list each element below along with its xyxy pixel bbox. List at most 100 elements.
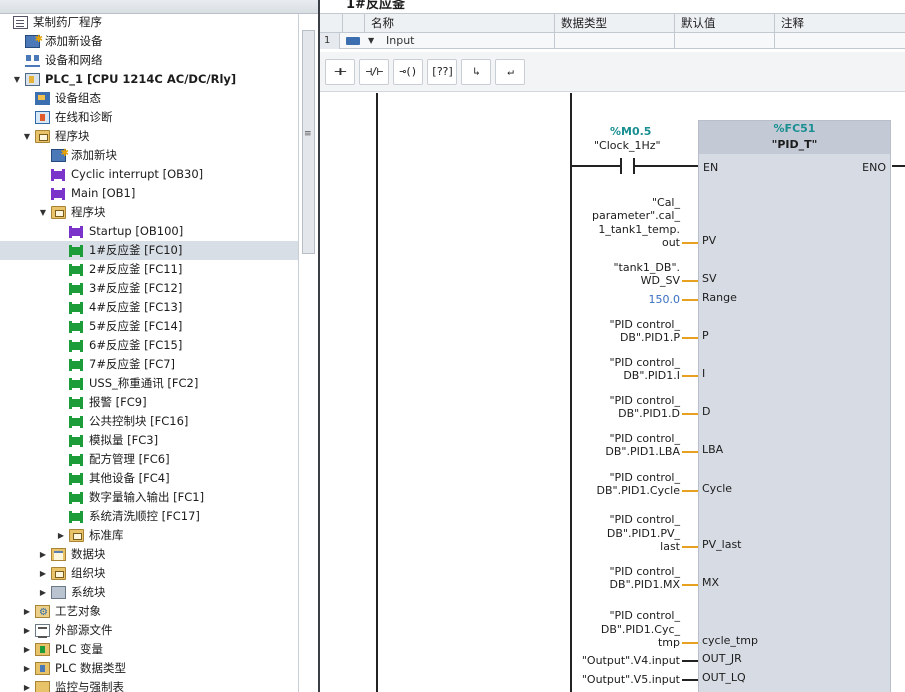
tree-item[interactable]: 1#反应釜 [FC10] bbox=[0, 241, 298, 260]
tree-item[interactable]: 在线和诊断 bbox=[0, 108, 298, 127]
column-header-comment[interactable]: 注释 bbox=[774, 14, 905, 33]
pin-operand[interactable]: "PID control_ DB".PID1.P bbox=[609, 318, 680, 345]
tree-item[interactable]: 系统清洗顺控 [FC17] bbox=[0, 507, 298, 526]
coil-button[interactable]: ⊸() bbox=[393, 59, 423, 85]
tree-item[interactable]: ▶ 外部源文件 bbox=[0, 621, 298, 640]
tree-item[interactable]: 数字量输入输出 [FC1] bbox=[0, 488, 298, 507]
tree-item[interactable]: 6#反应釜 [FC15] bbox=[0, 336, 298, 355]
pin-operand[interactable]: "Cal_ parameter".cal_ 1_tank1_temp. out bbox=[592, 196, 680, 250]
expand-arrow-icon[interactable]: ▶ bbox=[22, 602, 32, 621]
tree-item[interactable]: 4#反应釜 [FC13] bbox=[0, 298, 298, 317]
tree-item-label: 公共控制块 [FC16] bbox=[89, 414, 189, 428]
program-editor: 1#反应釜 名称 数据类型 默认值 注释 1 ▼ Input ⊣⊢ ⊣/⊢ ⊸()[… bbox=[320, 0, 905, 692]
open-branch-button[interactable]: ↳ bbox=[461, 59, 491, 85]
expand-arrow-icon[interactable]: ▶ bbox=[22, 621, 32, 640]
pin-operand[interactable]: "Output".V5.input bbox=[582, 673, 680, 687]
expand-arrow-icon[interactable]: ▶ bbox=[22, 640, 32, 659]
pin-operand[interactable]: "tank1_DB". WD_SV bbox=[613, 261, 680, 288]
tree-item[interactable]: 其他设备 [FC4] bbox=[0, 469, 298, 488]
pin-operand[interactable]: "Output".V4.input bbox=[582, 654, 680, 668]
no-contact-button[interactable]: ⊣⊢ bbox=[325, 59, 355, 85]
pin-operand[interactable]: "PID control_ DB".PID1.Cycle bbox=[597, 471, 680, 498]
tree-item[interactable]: 模拟量 [FC3] bbox=[0, 431, 298, 450]
collapse-arrow-icon[interactable]: ▼ bbox=[22, 127, 32, 146]
pin-operand[interactable]: "PID control_ DB".PID1.MX bbox=[609, 565, 680, 592]
tree-item[interactable]: 报警 [FC9] bbox=[0, 393, 298, 412]
scrollbar-grip-icon: ≡ bbox=[304, 129, 312, 139]
tree-item[interactable]: Main [OB1] bbox=[0, 184, 298, 203]
tree-item[interactable]: ▶ 工艺对象 bbox=[0, 602, 298, 622]
tree-item-label: 监控与强制表 bbox=[55, 680, 124, 692]
empty-box-button[interactable]: [??] bbox=[427, 59, 457, 85]
add-block-icon bbox=[51, 144, 69, 163]
expand-arrow-icon[interactable]: ▶ bbox=[22, 678, 32, 692]
tree-item[interactable]: ▶ 组织块 bbox=[0, 564, 298, 583]
fc-block-icon bbox=[69, 473, 83, 485]
tree-item[interactable]: ▼ 程序块 bbox=[0, 203, 298, 222]
function-block-pid-t[interactable]: %FC51 "PID_T" EN ENO bbox=[698, 120, 891, 692]
operand-line: "PID control_ bbox=[609, 431, 680, 445]
tree-item[interactable]: 3#反应釜 [FC12] bbox=[0, 279, 298, 298]
row-number-header bbox=[320, 14, 342, 33]
expand-arrow-icon[interactable]: ▶ bbox=[56, 526, 66, 545]
tree-item[interactable]: ▼ 程序块 bbox=[0, 127, 298, 146]
tree-item[interactable]: 公共控制块 [FC16] bbox=[0, 412, 298, 431]
tree-item[interactable]: USS_称重通讯 [FC2] bbox=[0, 374, 298, 393]
tree-item[interactable]: 配方管理 [FC6] bbox=[0, 450, 298, 469]
tree-item[interactable]: 5#反应釜 [FC14] bbox=[0, 317, 298, 336]
tree-item[interactable]: Startup [OB100] bbox=[0, 222, 298, 241]
ob-block-icon bbox=[69, 226, 83, 238]
operand-line: DB".PID1.PV_ bbox=[606, 526, 680, 540]
pin-cycle_tmp: cycle_tmp bbox=[702, 634, 758, 647]
tree-item[interactable]: 某制药厂程序 bbox=[0, 13, 298, 32]
tree-item[interactable]: 设备和网络 bbox=[0, 51, 298, 70]
tree-item[interactable]: ▶ PLC 数据类型 bbox=[0, 659, 298, 678]
pin-operand[interactable]: "PID control_ DB".PID1.D bbox=[609, 394, 680, 421]
interface-row-input[interactable]: 1 ▼ Input bbox=[320, 33, 905, 49]
pin-operand[interactable]: "PID control_ DB".PID1.LBA bbox=[605, 432, 680, 459]
tree-item[interactable]: 添加新设备 bbox=[0, 30, 298, 51]
tree-item[interactable]: 设备组态 bbox=[0, 89, 298, 108]
tree-item[interactable]: ▼ PLC_1 [CPU 1214C AC/DC/Rly] bbox=[0, 70, 298, 89]
tree-item[interactable]: ▶ 数据块 bbox=[0, 545, 298, 564]
project-tree-panel: 某制药厂程序添加新设备设备和网络 ▼ PLC_1 [CPU 1214C AC/DC/… bbox=[0, 0, 318, 692]
operand-line: "PID control_ bbox=[609, 609, 680, 622]
tree-item[interactable]: ▶ 标准库 bbox=[0, 526, 298, 545]
collapse-arrow-icon[interactable]: ▼ bbox=[12, 70, 22, 89]
tree-item-label: 1#反应釜 [FC10] bbox=[89, 243, 183, 257]
tree-item[interactable]: 添加新块 bbox=[0, 144, 298, 165]
tree-item[interactable]: 7#反应釜 [FC7] bbox=[0, 355, 298, 374]
tree-scrollbar[interactable]: ≡ bbox=[298, 14, 318, 692]
column-header-datatype[interactable]: 数据类型 bbox=[554, 14, 674, 33]
column-header-default[interactable]: 默认值 bbox=[674, 14, 774, 33]
tree-item[interactable]: 2#反应釜 [FC11] bbox=[0, 260, 298, 279]
pin-operand[interactable]: "PID control_ DB".PID1.Cyc_ tmp bbox=[601, 609, 680, 650]
ladder-network: %M0.5 "Clock_1Hz" %FC51 "PID_T" EN ENO P… bbox=[320, 93, 905, 692]
pin-wire bbox=[682, 413, 698, 415]
grid-line bbox=[674, 33, 675, 49]
expand-arrow-icon[interactable]: ▶ bbox=[38, 564, 48, 583]
tree-item[interactable]: ▶ PLC 变量 bbox=[0, 640, 298, 659]
expand-arrow-icon[interactable]: ▶ bbox=[22, 659, 32, 678]
collapse-arrow-icon[interactable]: ▼ bbox=[38, 203, 48, 222]
column-header-name[interactable]: 名称 bbox=[364, 14, 554, 33]
expand-arrow-icon[interactable]: ▶ bbox=[38, 545, 48, 564]
tree-item[interactable]: ▶ 系统块 bbox=[0, 583, 298, 602]
wire bbox=[572, 165, 620, 167]
nc-contact-button[interactable]: ⊣/⊢ bbox=[359, 59, 389, 85]
contact-left-bar[interactable] bbox=[620, 158, 622, 174]
function-block-address: %FC51 bbox=[773, 122, 816, 135]
pin-operand[interactable]: "PID control_ DB".PID1.I bbox=[609, 356, 680, 383]
close-branch-button[interactable]: ↵ bbox=[495, 59, 525, 85]
tree-item[interactable]: ▶ 监控与强制表 bbox=[0, 678, 298, 692]
tree-item-label: Startup [OB100] bbox=[89, 224, 184, 238]
pin-operand[interactable]: "PID control_ DB".PID1.PV_ last bbox=[607, 513, 680, 554]
pin-operand[interactable]: 150.0 bbox=[649, 293, 681, 307]
operand-line: DB".PID1.LBA bbox=[605, 445, 680, 458]
expand-arrow-icon[interactable]: ▼ bbox=[368, 33, 374, 49]
tree-scrollbar-thumb[interactable] bbox=[302, 30, 315, 254]
contact-operand[interactable]: "Clock_1Hz" bbox=[594, 139, 661, 152]
function-block-header: %FC51 "PID_T" bbox=[699, 121, 890, 154]
tree-item[interactable]: Cyclic interrupt [OB30] bbox=[0, 165, 298, 184]
expand-arrow-icon[interactable]: ▶ bbox=[38, 583, 48, 602]
